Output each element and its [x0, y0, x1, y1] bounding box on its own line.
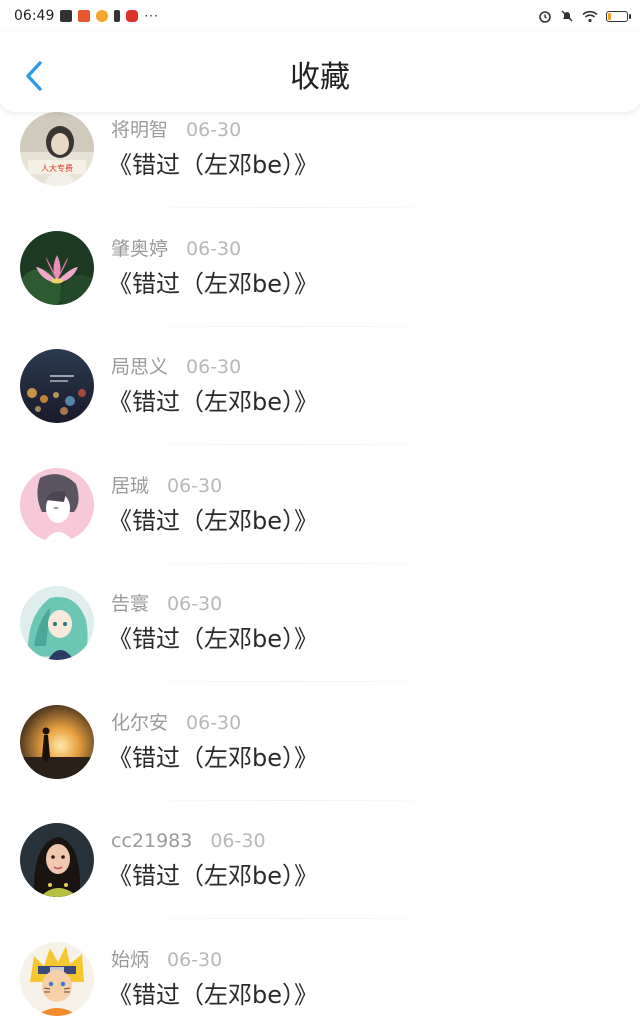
avatar[interactable] [20, 467, 94, 542]
song-title[interactable]: 《错过（左邓be）》 [108, 980, 318, 1010]
favorite-item[interactable]: 告寰 06-30 《错过（左邓be）》 [0, 586, 640, 704]
favorite-meta: 化尔安 06-30 [111, 711, 241, 735]
song-title[interactable]: 《错过（左邓be）》 [108, 624, 318, 654]
avatar[interactable] [20, 230, 94, 305]
favorite-item[interactable]: 居珹 06-30 《错过（左邓be）》 [0, 467, 640, 586]
favorite-date: 06-30 [210, 830, 266, 852]
favorite-date: 06-30 [186, 237, 242, 260]
alarm-icon [539, 11, 551, 23]
song-title[interactable]: 《错过（左邓be）》 [108, 269, 318, 299]
favorite-meta: 告寰 06-30 [111, 592, 222, 616]
username[interactable]: 居珹 [111, 475, 149, 497]
favorite-item[interactable]: 局思义 06-30 《错过（左邓be）》 [0, 349, 640, 467]
favorite-item[interactable]: 化尔安 06-30 《错过（左邓be）》 [0, 704, 640, 823]
username[interactable]: 将明智 [111, 119, 168, 141]
avatar[interactable] [20, 349, 94, 423]
username[interactable]: 始炳 [111, 949, 149, 971]
more-notifications-icon: ··· [144, 9, 159, 23]
favorite-date: 06-30 [186, 356, 242, 378]
favorite-date: 06-30 [167, 474, 223, 497]
avatar[interactable]: 人大专费 [20, 112, 94, 186]
username[interactable]: cc21983 [111, 830, 192, 852]
status-bar-left: 06:49 ··· [14, 8, 159, 24]
favorite-item[interactable]: 肇奥婷 06-30 《错过（左邓be）》 [0, 230, 640, 349]
username[interactable]: 告寰 [111, 593, 149, 615]
favorite-meta: 肇奥婷 06-30 [111, 237, 241, 261]
favorite-meta: 局思义 06-30 [111, 355, 241, 379]
divider [120, 207, 460, 208]
message-notification-icon [126, 10, 139, 22]
upload-notification-icon [60, 10, 73, 22]
mute-icon [561, 10, 573, 22]
song-title[interactable]: 《错过（左邓be）》 [108, 743, 318, 773]
divider [120, 562, 460, 564]
avatar[interactable] [20, 586, 94, 660]
divider [120, 444, 460, 445]
alert-notification-icon [114, 10, 121, 22]
username[interactable]: 化尔安 [111, 712, 168, 734]
status-bar-right [538, 9, 631, 23]
favorite-item[interactable]: 人大专费 将明智 06-30 《错过（左邓be）》 [0, 112, 640, 230]
svg-text:人大专费: 人大专费 [41, 163, 73, 173]
status-time: 06:49 [14, 8, 55, 24]
favorite-meta: 将明智 06-30 [111, 118, 241, 142]
favorite-date: 06-30 [186, 711, 242, 734]
divider [120, 325, 460, 327]
favorite-date: 06-30 [167, 948, 223, 971]
wifi-icon [582, 10, 598, 22]
avatar[interactable] [20, 941, 94, 1016]
battery-level [608, 12, 611, 20]
status-bar: 06:49 ··· [0, 0, 640, 32]
favorite-date: 06-30 [186, 119, 242, 141]
favorite-meta: 始炳 06-30 [111, 948, 222, 972]
song-title[interactable]: 《错过（左邓be）》 [108, 387, 318, 417]
song-title[interactable]: 《错过（左邓be）》 [108, 506, 318, 536]
divider [120, 918, 460, 919]
favorite-item[interactable]: 始炳 06-30 《错过（左邓be）》 [0, 941, 640, 1024]
page-title: 收藏 [290, 60, 350, 95]
divider [120, 681, 460, 682]
song-title[interactable]: 《错过（左邓be）》 [108, 861, 318, 891]
favorite-date: 06-30 [167, 593, 223, 615]
avatar[interactable] [20, 704, 94, 779]
favorites-list: 人大专费 将明智 06-30 《错过（左邓be）》 肇奥婷 06-30 《错过（左邓be）》… [0, 112, 640, 1024]
avatar[interactable] [20, 823, 94, 897]
username[interactable]: 肇奥婷 [111, 238, 168, 260]
favorite-item[interactable]: cc21983 06-30 《错过（左邓be）》 [0, 823, 640, 941]
app-notification-icon [78, 10, 91, 22]
header: 收藏 [0, 32, 640, 112]
divider [120, 799, 460, 801]
favorite-meta: 居珹 06-30 [111, 474, 222, 498]
song-title[interactable]: 《错过（左邓be）》 [108, 150, 318, 180]
weibo-notification-icon [96, 10, 109, 22]
battery-icon [606, 10, 631, 22]
username[interactable]: 局思义 [111, 356, 168, 378]
favorite-meta: cc21983 06-30 [111, 829, 266, 853]
